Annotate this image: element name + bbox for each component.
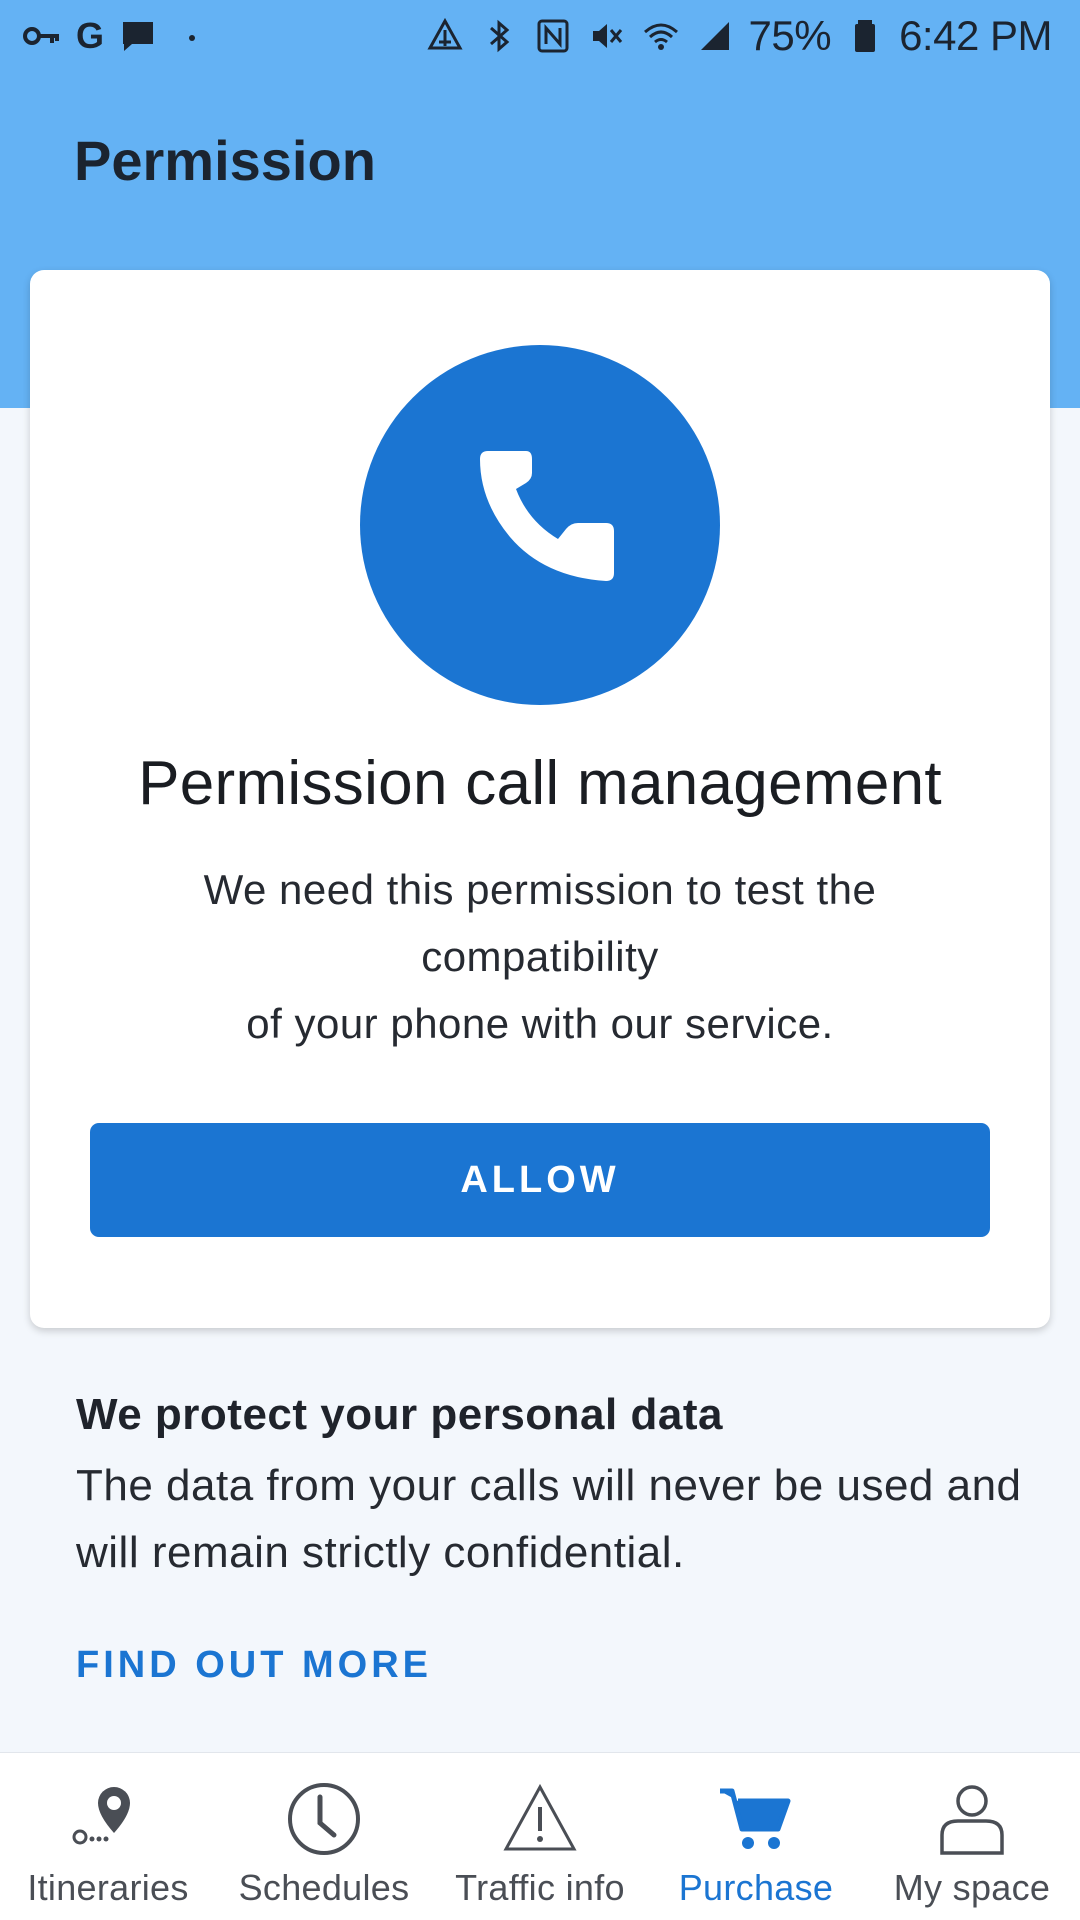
- cart-icon: [720, 1788, 791, 1849]
- wifi-icon: [641, 16, 681, 56]
- allow-button[interactable]: ALLOW: [90, 1123, 990, 1237]
- nav-label: Itineraries: [27, 1867, 189, 1908]
- card-description-line: We need this permission to test the: [203, 866, 877, 913]
- location-pin-icon: [72, 1787, 130, 1845]
- find-out-more-link[interactable]: FIND OUT MORE: [76, 1644, 432, 1687]
- info-body: The data from your calls will never be u…: [76, 1461, 1022, 1577]
- warning-icon: [503, 1783, 577, 1851]
- key-icon: [22, 16, 62, 56]
- nfc-icon: [533, 16, 573, 56]
- clock-time: 6:42 PM: [899, 12, 1052, 59]
- bottom-nav: Itineraries Schedules Traffic info Purch…: [0, 1752, 1080, 1920]
- phone-icon-circle: [360, 345, 720, 705]
- mute-icon: [587, 16, 627, 56]
- card-title: Permission call management: [138, 749, 942, 818]
- dot-icon: [172, 16, 212, 56]
- nav-label: Traffic info: [455, 1867, 625, 1908]
- info-title: We protect your personal data: [76, 1390, 723, 1439]
- nav-label: Purchase: [678, 1867, 834, 1908]
- nav-item-my-space[interactable]: My space: [864, 1753, 1080, 1920]
- battery-icon: [845, 16, 885, 56]
- message-icon: [118, 16, 158, 56]
- page-title: Permission: [74, 129, 376, 192]
- card-description-line: of your phone with our service.: [246, 1000, 834, 1047]
- nav-item-schedules[interactable]: Schedules: [216, 1753, 432, 1920]
- card-description-line: compatibility: [421, 933, 659, 980]
- permission-card: Permission call management We need this …: [30, 270, 1050, 1328]
- status-bar: G 75% 6:42 PM: [0, 0, 1080, 72]
- data-saver-icon: [425, 16, 465, 56]
- nav-label: My space: [893, 1867, 1051, 1908]
- google-icon: G: [76, 15, 105, 56]
- nav-label: Schedules: [238, 1867, 410, 1908]
- nav-item-traffic-info[interactable]: Traffic info: [432, 1753, 648, 1920]
- clock-icon: [288, 1783, 360, 1855]
- person-icon: [940, 1785, 1004, 1855]
- battery-percent: 75%: [748, 12, 832, 59]
- nav-item-itineraries[interactable]: Itineraries: [0, 1753, 216, 1920]
- bluetooth-icon: [479, 16, 519, 56]
- nav-item-purchase[interactable]: Purchase: [648, 1753, 864, 1920]
- card-description: We need this permission to test the comp…: [90, 856, 990, 1057]
- phone-icon: [480, 451, 614, 581]
- signal-icon: [695, 16, 735, 56]
